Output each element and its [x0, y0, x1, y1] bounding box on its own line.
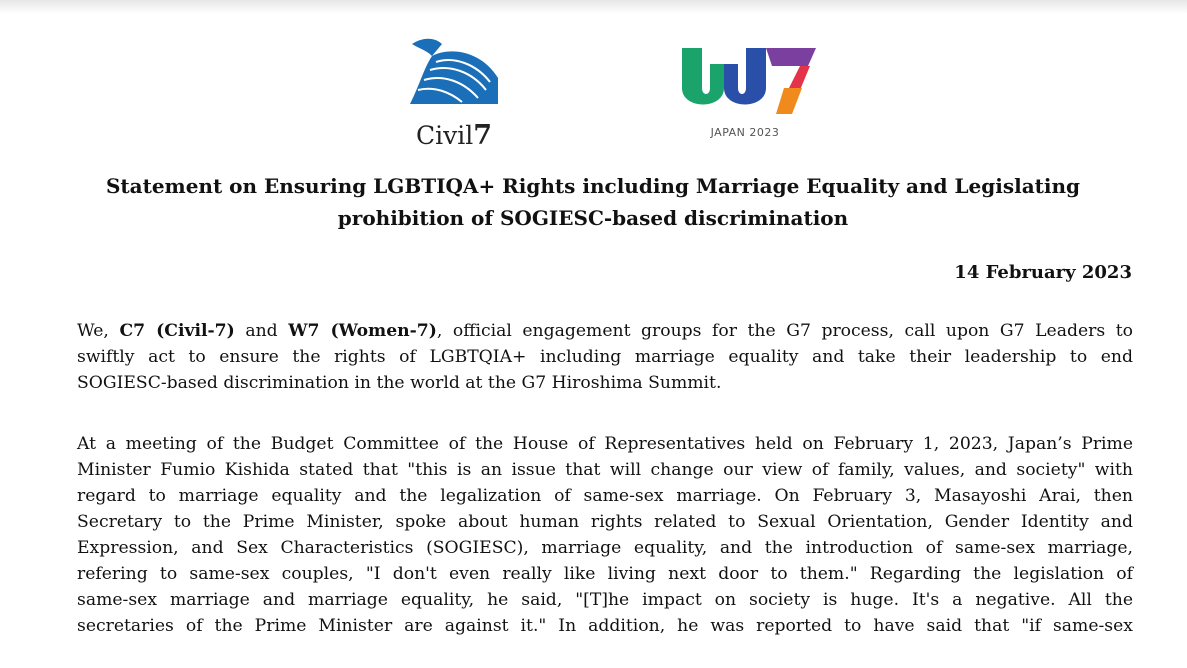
paragraph-2-line: secretaries of the Prime Minister are ag…: [77, 616, 1133, 636]
title-line-2: prohibition of SOGIESC-based discriminat…: [337, 206, 849, 230]
paragraph-2-line: same-sex marriage and marriage equality,…: [77, 590, 1133, 610]
p1-w7-bold: W7 (Women-7): [288, 321, 437, 341]
civil7-number: 7: [473, 120, 493, 151]
w7-emblem-icon: [682, 48, 816, 114]
w7-logo: JAPAN 2023: [680, 44, 820, 144]
civil7-wordmark: Civil7: [402, 120, 506, 151]
p1-lead: We,: [77, 321, 120, 341]
page-edge-shadow: [0, 0, 1187, 14]
paragraph-2-line: Expression, and Sex Characteristics (SOG…: [77, 538, 1133, 558]
paragraph-1: We, C7 (Civil-7) and W7 (Women-7), offic…: [77, 318, 1133, 396]
document-page: Civil7 JAPAN 2023 Statement on Ensuring …: [0, 0, 1187, 668]
civil7-logo: Civil7: [402, 34, 506, 154]
title-line-1: Statement on Ensuring LGBTIQA+ Rights in…: [105, 174, 1081, 198]
civil7-emblem-icon: [410, 38, 498, 104]
paragraph-1-line: We, C7 (Civil-7) and W7 (Women-7), offic…: [77, 318, 1133, 344]
paragraph-2-line: refering to same-sex couples, "I don't e…: [77, 564, 1133, 584]
paragraph-2-line: Secretary to the Prime Minister, spoke a…: [77, 512, 1133, 532]
p1-and: and: [234, 321, 289, 341]
paragraph-2-line: Minister Fumio Kishida stated that "this…: [77, 460, 1133, 480]
paragraph-1-line: SOGIESC-based discrimination in the worl…: [77, 373, 722, 393]
paragraph-2-line: At a meeting of the Budget Committee of …: [77, 434, 1133, 454]
w7-subtitle: JAPAN 2023: [710, 126, 780, 139]
paragraph-2: At a meeting of the Budget Committee of …: [77, 431, 1133, 639]
document-title: Statement on Ensuring LGBTIQA+ Rights in…: [60, 170, 1126, 234]
p1-rest: , official engagement groups for the G7 …: [436, 321, 1133, 341]
p1-c7-bold: C7 (Civil-7): [119, 321, 235, 341]
paragraph-1-line: swiftly act to ensure the rights of LGBT…: [77, 347, 1133, 367]
paragraph-2-line: regard to marriage equality and the lega…: [77, 486, 1133, 506]
civil7-name: Civil: [415, 121, 474, 150]
document-date: 14 February 2023: [954, 262, 1132, 283]
